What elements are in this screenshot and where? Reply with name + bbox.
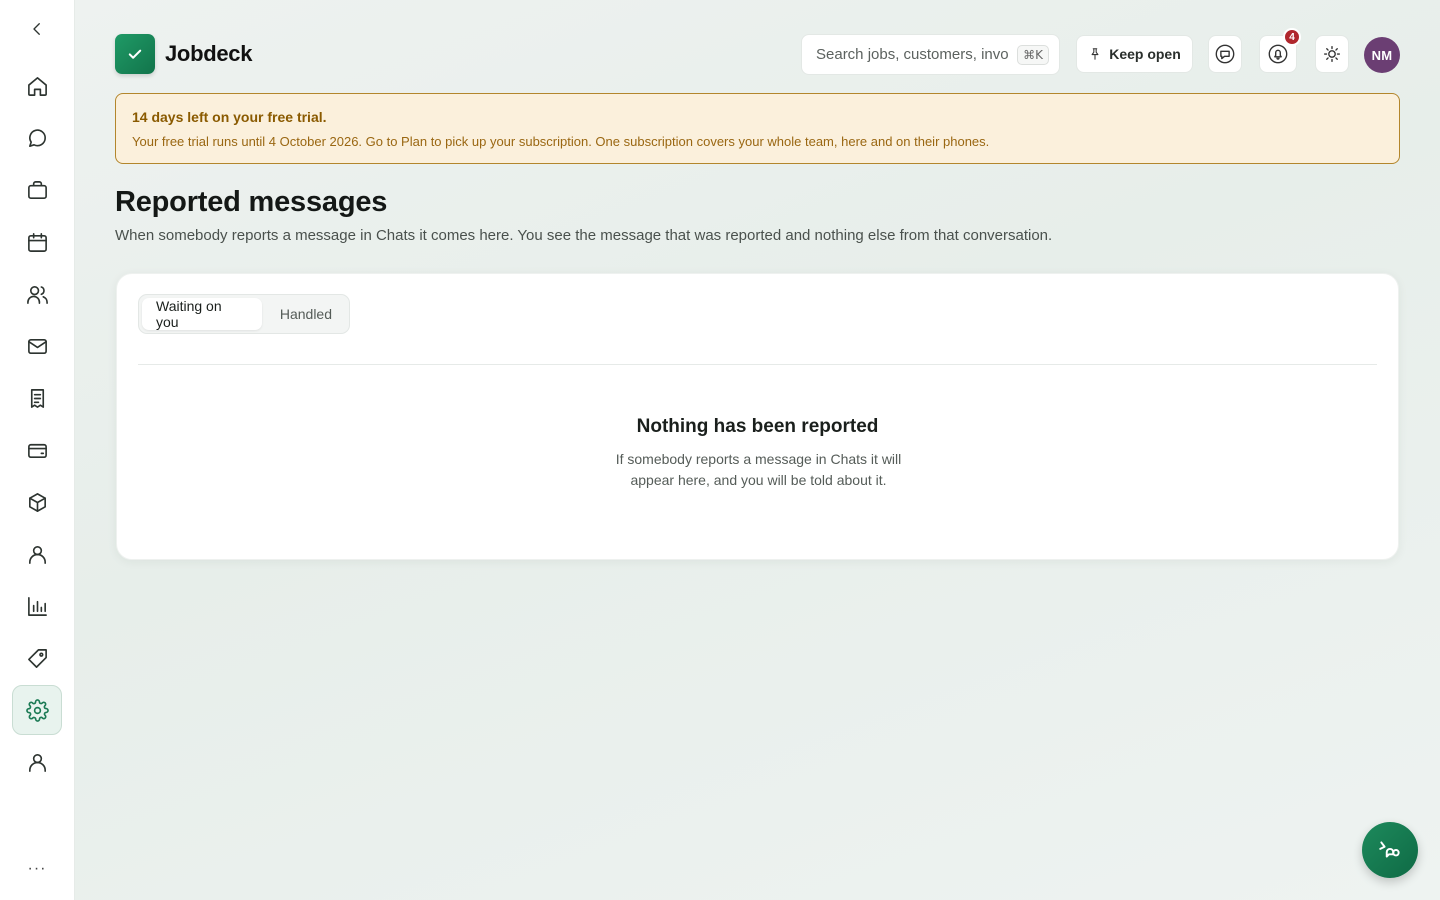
reported-messages-card: Waiting on you Handled Nothing has been … (116, 273, 1399, 560)
sidebar-item-customers[interactable] (12, 529, 62, 579)
sidebar-item-pricing[interactable] (12, 633, 62, 683)
sidebar-item-reports[interactable] (12, 581, 62, 631)
gear-icon (25, 698, 49, 722)
sidebar-item-calendar[interactable] (12, 217, 62, 267)
more-menu-button[interactable]: ··· (20, 860, 54, 878)
sidebar-item-mail[interactable] (12, 321, 62, 371)
notifications-button[interactable]: 4 (1259, 28, 1301, 73)
assistant-icon (1379, 841, 1400, 858)
trial-banner-body: Your free trial runs until 4 October 202… (132, 134, 990, 149)
home-icon (27, 76, 47, 96)
sun-icon (1323, 45, 1341, 63)
sidebar-item-team[interactable] (12, 269, 62, 319)
briefcase-icon (27, 180, 47, 199)
person-icon (28, 545, 46, 564)
assistant-fab-button[interactable] (1362, 822, 1418, 878)
sidebar-item-home[interactable] (12, 61, 62, 111)
empty-state-body: If somebody reports a message in Chats i… (615, 451, 902, 488)
users-icon (26, 285, 48, 304)
search-input[interactable] (816, 46, 1010, 63)
mail-icon (27, 338, 47, 354)
sidebar-item-profile[interactable] (12, 737, 62, 787)
pin-icon (1091, 48, 1099, 60)
tab-waiting-on-you[interactable]: Waiting on you (142, 298, 262, 330)
global-search[interactable]: ⌘K (801, 34, 1060, 75)
collapse-sidebar-chevron-left-icon[interactable] (24, 16, 50, 42)
chat-icon (28, 128, 46, 147)
sidebar-item-invoices[interactable] (12, 373, 62, 423)
sidebar-item-jobs[interactable] (12, 165, 62, 215)
profile-icon (28, 753, 46, 772)
keep-open-button[interactable]: Keep open (1076, 35, 1193, 73)
app-name: Jobdeck (165, 41, 253, 66)
page-title: Reported messages (115, 186, 388, 218)
divider (138, 364, 1377, 365)
search-shortcut-hint: ⌘K (1017, 44, 1049, 65)
bar-chart-icon (27, 596, 47, 616)
receipt-icon (30, 388, 44, 408)
app-logo[interactable]: Jobdeck (115, 34, 252, 74)
trial-banner-title: 14 days left on your free trial. (132, 109, 327, 125)
sidebar-item-settings[interactable] (12, 685, 62, 735)
page-subtitle: When somebody reports a message in Chats… (115, 227, 1053, 244)
wallet-icon (27, 443, 47, 458)
logo-check-icon (115, 34, 155, 74)
tag-icon (27, 648, 47, 668)
message-bubble-icon (1215, 44, 1235, 64)
calendar-icon (27, 232, 47, 252)
trial-banner: 14 days left on your free trial. Your fr… (115, 93, 1400, 164)
tab-handled[interactable]: Handled (266, 298, 346, 330)
keep-open-label: Keep open (1109, 46, 1181, 62)
messages-button[interactable] (1208, 35, 1242, 73)
sidebar-item-payments[interactable] (12, 425, 62, 475)
box-icon (28, 492, 46, 512)
bell-icon (1268, 44, 1288, 64)
empty-state-title: Nothing has been reported (636, 416, 879, 437)
sidebar-item-chats[interactable] (12, 113, 62, 163)
sidebar: ··· (0, 0, 75, 900)
theme-toggle-button[interactable] (1315, 35, 1349, 73)
status-tabs: Waiting on you Handled (138, 294, 350, 334)
notification-count-badge: 4 (1283, 28, 1301, 46)
sidebar-item-products[interactable] (12, 477, 62, 527)
user-avatar[interactable]: NM (1364, 37, 1400, 73)
